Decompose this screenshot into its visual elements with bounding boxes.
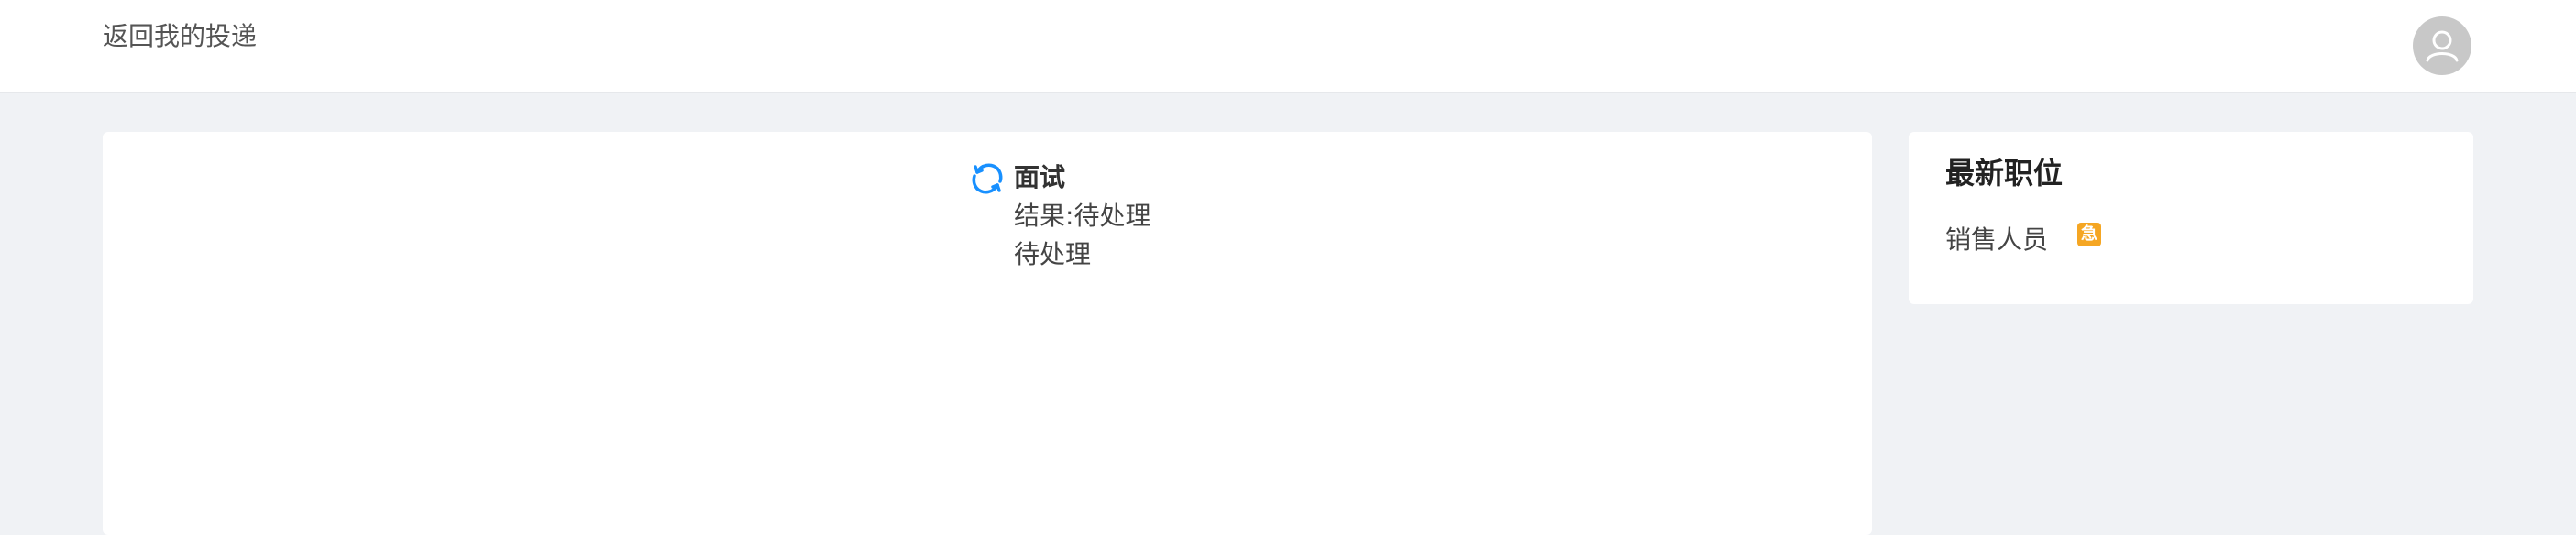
back-to-my-applications-link[interactable]: 返回我的投递	[103, 20, 257, 53]
job-name: 销售人员	[1945, 224, 2049, 255]
refresh-icon	[972, 163, 1003, 194]
top-bar: 返回我的投递	[0, 0, 2576, 93]
status-stage-title: 面试	[1014, 162, 1066, 192]
status-result-value: 待处理	[1073, 201, 1151, 231]
status-state: 待处理	[1014, 239, 1092, 269]
user-avatar-icon	[2426, 30, 2459, 62]
status-result-label: 结果	[1014, 201, 1066, 231]
urgent-badge: 急	[2077, 223, 2102, 246]
status-result-line: 结果:待处理	[1014, 200, 1150, 233]
job-list-item[interactable]: 销售人员 急	[1945, 223, 2102, 257]
latest-jobs-card: 最新职位 销售人员 急	[1909, 132, 2473, 304]
latest-jobs-title: 最新职位	[1945, 156, 2064, 191]
user-avatar[interactable]	[2413, 16, 2471, 75]
